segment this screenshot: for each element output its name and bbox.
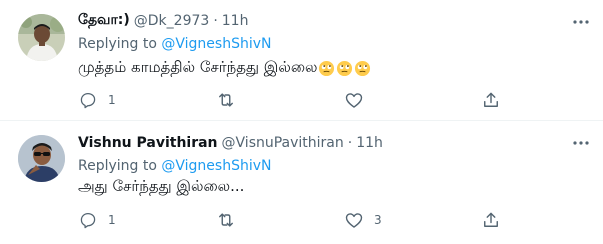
reply-count: 1 (108, 213, 116, 227)
like-count: 3 (374, 213, 382, 227)
avatar[interactable] (18, 135, 65, 182)
retweet-button[interactable] (216, 206, 246, 234)
tweet-body: முத்தம் காமத்தில் சேர்ந்தது இல்லை (78, 58, 318, 76)
tweet-actions: 1 (68, 86, 588, 114)
share-button[interactable] (481, 86, 501, 114)
replying-to-prefix: Replying to (78, 158, 157, 174)
tweet-actions: 1 3 (68, 206, 588, 234)
share-icon (484, 212, 498, 227)
separator-dot: · (347, 135, 353, 151)
replying-to-line: Replying to @VigneshShivN (78, 36, 272, 52)
user-handle[interactable]: @VisnuPavithiran (222, 135, 344, 151)
face-with-rolling-eyes-icon (319, 60, 335, 76)
more-dots-icon (573, 20, 589, 24)
tweet-text: அது சேர்ந்தது இல்லை... (78, 177, 244, 197)
tweet-header: தேவா:) @Dk_2973 · 11h (78, 11, 248, 31)
separator-dot: · (213, 13, 218, 29)
like-button[interactable] (344, 86, 374, 114)
mention-link[interactable]: @VigneshShivN (161, 158, 271, 174)
like-icon (345, 93, 363, 108)
tweet-header: Vishnu Pavithiran @VisnuPavithiran · 11h (78, 133, 383, 153)
reply-button[interactable]: 1 (78, 86, 116, 114)
display-name[interactable]: Vishnu Pavithiran (78, 135, 218, 151)
like-button[interactable]: 3 (344, 206, 382, 234)
reply-button[interactable]: 1 (78, 206, 116, 234)
tweet-text: முத்தம் காமத்தில் சேர்ந்தது இல்லை (78, 58, 371, 78)
tweet-timestamp[interactable]: 11h (222, 13, 249, 29)
user-handle[interactable]: @Dk_2973 (134, 13, 210, 29)
share-button[interactable] (481, 206, 501, 234)
tweet[interactable]: Vishnu Pavithiran @VisnuPavithiran · 11h… (0, 121, 603, 244)
more-options-button[interactable] (571, 12, 591, 32)
reply-icon (80, 92, 96, 109)
replying-to-line: Replying to @VigneshShivN (78, 158, 272, 174)
more-options-button[interactable] (571, 133, 591, 153)
reply-count: 1 (108, 93, 116, 107)
like-icon (345, 213, 363, 228)
tweet[interactable]: தேவா:) @Dk_2973 · 11h Replying to @Vigne… (0, 0, 603, 120)
face-with-rolling-eyes-icon (337, 60, 353, 76)
mention-link[interactable]: @VigneshShivN (161, 36, 271, 52)
avatar[interactable] (18, 14, 65, 61)
tweet-body: அது சேர்ந்தது இல்லை... (78, 177, 245, 195)
retweet-icon (219, 213, 233, 227)
reply-icon (80, 212, 96, 229)
more-dots-icon (573, 141, 589, 145)
retweet-button[interactable] (216, 86, 246, 114)
tweet-timestamp[interactable]: 11h (356, 135, 383, 151)
replying-to-prefix: Replying to (78, 36, 157, 52)
face-with-rolling-eyes-icon (355, 60, 371, 76)
tweet-feed: தேவா:) @Dk_2973 · 11h Replying to @Vigne… (0, 0, 603, 244)
display-name[interactable]: தேவா:) (78, 12, 130, 30)
retweet-icon (219, 93, 233, 107)
share-icon (484, 92, 498, 107)
